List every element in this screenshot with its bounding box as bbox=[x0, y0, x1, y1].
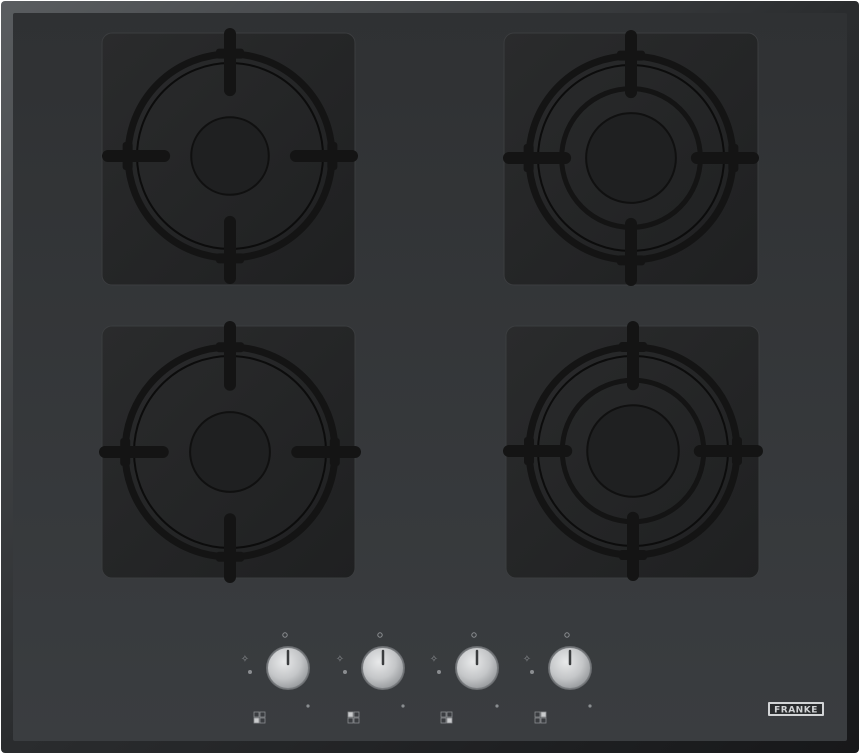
brand-logo-text: FRANKE bbox=[774, 706, 818, 716]
burner-top-left bbox=[101, 28, 358, 286]
brand-logo: FRANKE bbox=[768, 702, 824, 716]
burner-bottom-left bbox=[99, 321, 361, 583]
burner-cap bbox=[586, 404, 680, 498]
low-flame-icon bbox=[437, 670, 441, 674]
burner-top-right bbox=[503, 30, 759, 286]
gas-hob: ✧ ✧ ✧ ✧ FRANKE bbox=[1, 1, 859, 753]
spark-icon: ✧ bbox=[336, 654, 344, 665]
spark-icon: ✧ bbox=[241, 654, 249, 665]
low-flame-icon bbox=[343, 670, 347, 674]
mid-flame-icon bbox=[495, 704, 499, 708]
burner-cap bbox=[190, 116, 270, 196]
burner-cap bbox=[189, 411, 271, 493]
low-flame-icon bbox=[530, 670, 534, 674]
spark-icon: ✧ bbox=[523, 654, 531, 665]
burner-cap bbox=[585, 112, 677, 204]
mid-flame-icon bbox=[401, 704, 405, 708]
low-flame-icon bbox=[248, 670, 252, 674]
mid-flame-icon bbox=[588, 704, 592, 708]
burner-bottom-right bbox=[503, 321, 763, 581]
spark-icon: ✧ bbox=[430, 654, 438, 665]
mid-flame-icon bbox=[306, 704, 310, 708]
